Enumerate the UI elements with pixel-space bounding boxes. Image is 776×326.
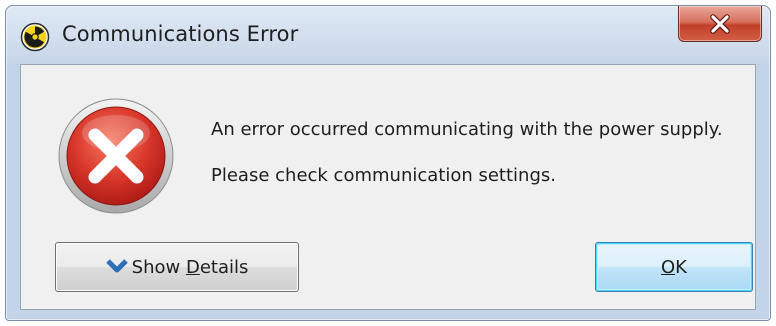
ok-button[interactable]: OK <box>595 242 753 292</box>
ok-label: OK <box>661 256 687 278</box>
show-details-button[interactable]: Show Details <box>55 242 299 292</box>
radiation-icon <box>20 22 50 52</box>
dialog-content: An error occurred communicating with the… <box>20 64 756 310</box>
close-button[interactable] <box>678 6 762 42</box>
window-title: Communications Error <box>62 22 299 46</box>
close-icon <box>710 13 730 34</box>
error-hint: Please check communication settings. <box>211 165 556 186</box>
dialog-window: Communications Error An error occurred c… <box>5 5 771 321</box>
error-message: An error occurred communicating with the… <box>211 119 723 140</box>
show-details-label: Show Details <box>131 256 249 278</box>
chevron-down-icon <box>105 259 128 273</box>
title-bar[interactable]: Communications Error <box>6 6 770 64</box>
error-x-icon <box>58 98 174 214</box>
